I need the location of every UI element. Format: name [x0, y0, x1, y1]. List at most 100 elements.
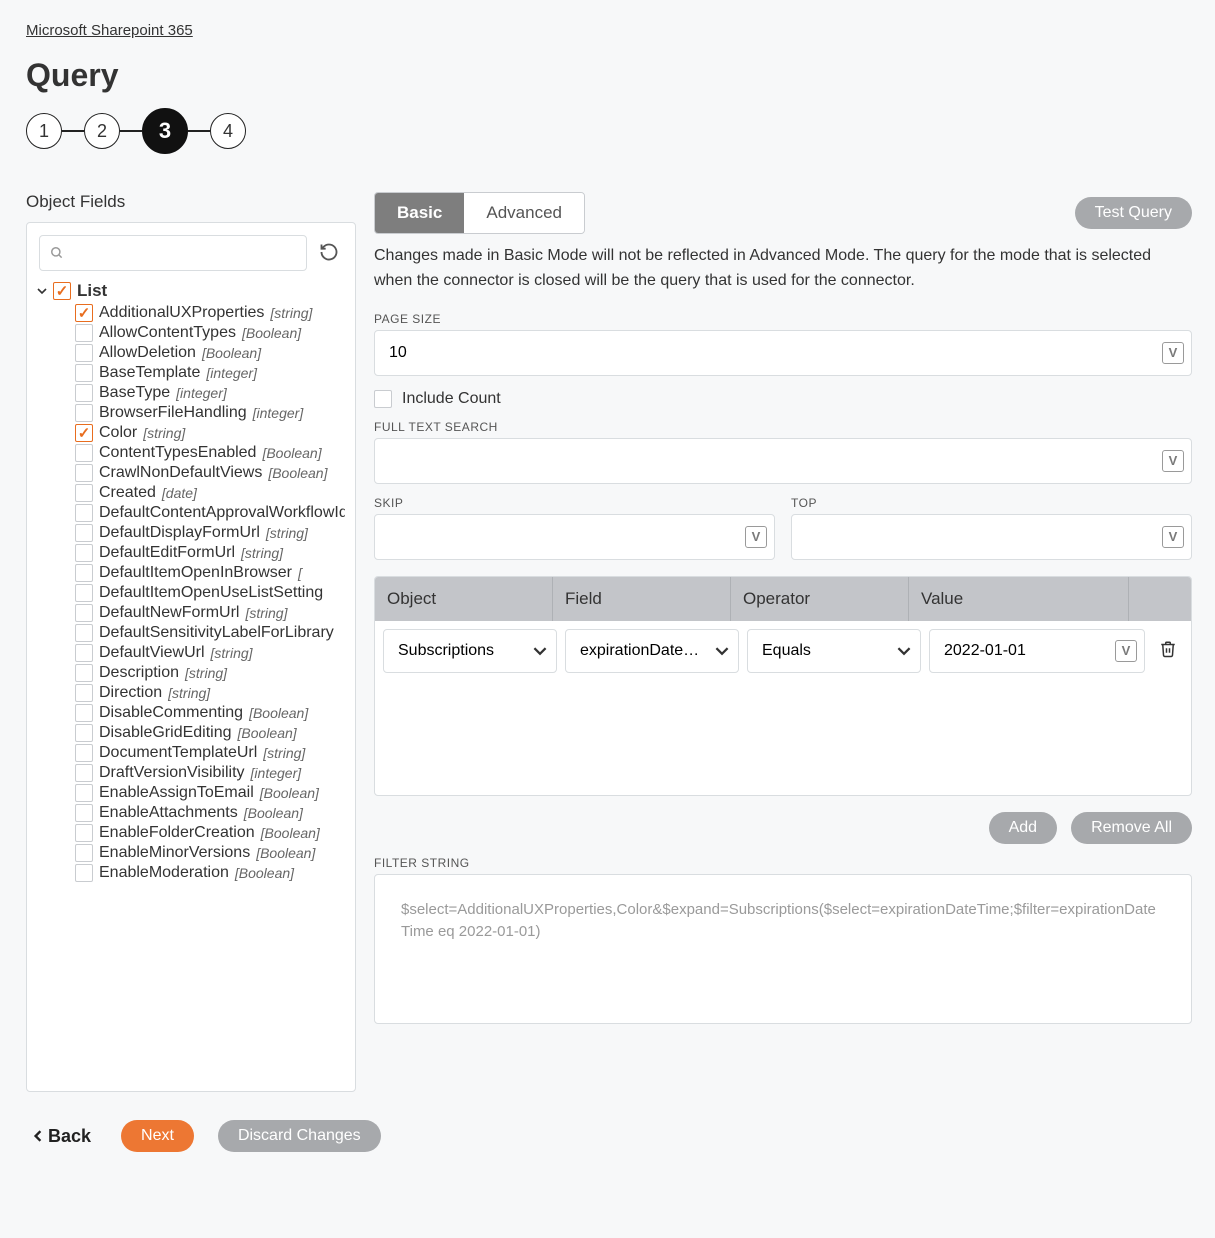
field-checkbox[interactable]: [75, 804, 93, 822]
field-row[interactable]: DraftVersionVisibility [integer]: [75, 763, 345, 783]
field-checkbox[interactable]: [75, 324, 93, 342]
field-checkbox[interactable]: [75, 344, 93, 362]
page-size-input[interactable]: [374, 330, 1192, 376]
search-icon: [50, 246, 64, 260]
field-checkbox[interactable]: [75, 624, 93, 642]
field-checkbox[interactable]: [75, 784, 93, 802]
field-checkbox[interactable]: [75, 504, 93, 522]
field-checkbox[interactable]: [75, 364, 93, 382]
discard-button[interactable]: Discard Changes: [218, 1120, 381, 1152]
field-checkbox[interactable]: [75, 384, 93, 402]
field-row[interactable]: EnableFolderCreation [Boolean]: [75, 823, 345, 843]
field-checkbox[interactable]: [75, 544, 93, 562]
field-row[interactable]: DefaultItemOpenUseListSetting: [75, 583, 345, 603]
field-row[interactable]: DefaultEditFormUrl [string]: [75, 543, 345, 563]
object-select[interactable]: [383, 629, 557, 673]
step-2[interactable]: 2: [84, 113, 120, 149]
field-row[interactable]: DefaultDisplayFormUrl [string]: [75, 523, 345, 543]
col-object: Object: [375, 577, 553, 621]
add-button[interactable]: Add: [989, 812, 1057, 844]
step-1[interactable]: 1: [26, 113, 62, 149]
field-checkbox[interactable]: [75, 404, 93, 422]
top-input[interactable]: [791, 514, 1192, 560]
field-row[interactable]: DefaultNewFormUrl [string]: [75, 603, 345, 623]
field-row[interactable]: Created [date]: [75, 483, 345, 503]
field-checkbox[interactable]: [75, 444, 93, 462]
field-row[interactable]: DefaultViewUrl [string]: [75, 643, 345, 663]
field-checkbox[interactable]: [75, 664, 93, 682]
field-row[interactable]: AllowContentTypes [Boolean]: [75, 323, 345, 343]
field-row[interactable]: DisableGridEditing [Boolean]: [75, 723, 345, 743]
field-type: [integer]: [176, 385, 227, 401]
variable-icon[interactable]: V: [745, 526, 767, 548]
field-row[interactable]: EnableAssignToEmail [Boolean]: [75, 783, 345, 803]
field-checkbox[interactable]: [75, 824, 93, 842]
field-row[interactable]: AllowDeletion [Boolean]: [75, 343, 345, 363]
field-row[interactable]: EnableAttachments [Boolean]: [75, 803, 345, 823]
field-checkbox[interactable]: [75, 304, 93, 322]
field-type: [: [298, 565, 302, 581]
delete-row-button[interactable]: [1153, 634, 1183, 667]
full-text-input[interactable]: [374, 438, 1192, 484]
field-row[interactable]: DefaultContentApprovalWorkflowId: [75, 503, 345, 523]
field-row[interactable]: Color [string]: [75, 423, 345, 443]
field-checkbox[interactable]: [75, 484, 93, 502]
field-search-input[interactable]: [39, 235, 307, 271]
step-4[interactable]: 4: [210, 113, 246, 149]
field-checkbox[interactable]: [75, 864, 93, 882]
field-checkbox[interactable]: [75, 564, 93, 582]
value-input[interactable]: [929, 629, 1145, 673]
field-name: DraftVersionVisibility: [99, 764, 245, 782]
field-checkbox[interactable]: [75, 424, 93, 442]
tab-advanced[interactable]: Advanced: [464, 193, 584, 233]
field-checkbox[interactable]: [75, 464, 93, 482]
variable-icon[interactable]: V: [1115, 640, 1137, 662]
field-row[interactable]: BaseTemplate [integer]: [75, 363, 345, 383]
field-row[interactable]: EnableModeration [Boolean]: [75, 863, 345, 883]
field-row[interactable]: BaseType [integer]: [75, 383, 345, 403]
include-count-checkbox[interactable]: [374, 390, 392, 408]
field-row[interactable]: AdditionalUXProperties [string]: [75, 303, 345, 323]
field-row[interactable]: BrowserFileHandling [integer]: [75, 403, 345, 423]
full-text-label: FULL TEXT SEARCH: [374, 420, 1192, 434]
root-checkbox[interactable]: [53, 282, 71, 300]
field-row[interactable]: Description [string]: [75, 663, 345, 683]
field-type: [Boolean]: [256, 845, 315, 861]
variable-icon[interactable]: V: [1162, 526, 1184, 548]
operator-select[interactable]: [747, 629, 921, 673]
field-select[interactable]: [565, 629, 739, 673]
field-checkbox[interactable]: [75, 744, 93, 762]
refresh-button[interactable]: [315, 238, 343, 269]
field-checkbox[interactable]: [75, 584, 93, 602]
field-checkbox[interactable]: [75, 764, 93, 782]
back-button[interactable]: Back: [26, 1125, 97, 1148]
next-button[interactable]: Next: [121, 1120, 194, 1152]
field-checkbox[interactable]: [75, 704, 93, 722]
test-query-button[interactable]: Test Query: [1075, 197, 1192, 229]
field-row[interactable]: CrawlNonDefaultViews [Boolean]: [75, 463, 345, 483]
tree-root[interactable]: List: [37, 279, 345, 303]
field-row[interactable]: DefaultSensitivityLabelForLibrary: [75, 623, 345, 643]
field-name: DisableGridEditing: [99, 724, 232, 742]
field-row[interactable]: DocumentTemplateUrl [string]: [75, 743, 345, 763]
field-row[interactable]: DisableCommenting [Boolean]: [75, 703, 345, 723]
variable-icon[interactable]: V: [1162, 342, 1184, 364]
field-checkbox[interactable]: [75, 724, 93, 742]
field-checkbox[interactable]: [75, 524, 93, 542]
variable-icon[interactable]: V: [1162, 450, 1184, 472]
field-row[interactable]: EnableMinorVersions [Boolean]: [75, 843, 345, 863]
breadcrumb-link[interactable]: Microsoft Sharepoint 365: [26, 22, 193, 39]
skip-input[interactable]: [374, 514, 775, 560]
field-checkbox[interactable]: [75, 844, 93, 862]
field-name: DefaultViewUrl: [99, 644, 205, 662]
field-checkbox[interactable]: [75, 684, 93, 702]
field-row[interactable]: Direction [string]: [75, 683, 345, 703]
field-checkbox[interactable]: [75, 644, 93, 662]
remove-all-button[interactable]: Remove All: [1071, 812, 1192, 844]
tab-basic[interactable]: Basic: [375, 193, 464, 233]
root-label: List: [77, 281, 107, 301]
step-3[interactable]: 3: [142, 108, 188, 154]
field-row[interactable]: DefaultItemOpenInBrowser [: [75, 563, 345, 583]
field-row[interactable]: ContentTypesEnabled [Boolean]: [75, 443, 345, 463]
field-checkbox[interactable]: [75, 604, 93, 622]
